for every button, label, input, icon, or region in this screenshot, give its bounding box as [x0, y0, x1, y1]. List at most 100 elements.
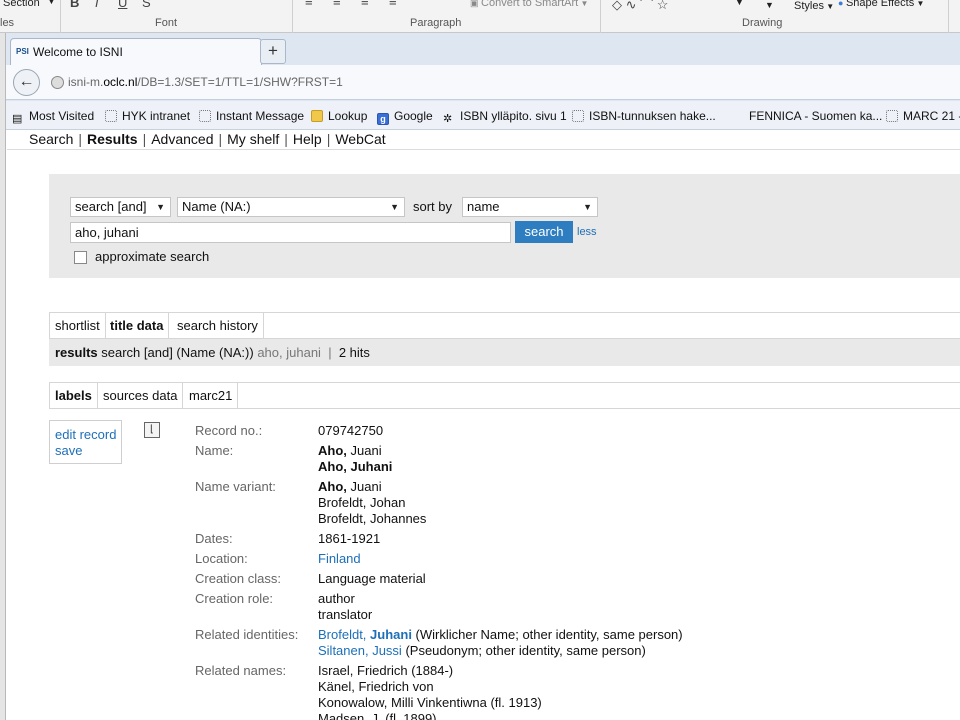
name-variant-value: Aho, Juani Brofeldt, Johan Brofeldt, Joh… — [318, 479, 427, 526]
new-tab-button[interactable]: + — [260, 39, 286, 64]
ribbon-group-paragraph: Paragraph — [410, 17, 462, 29]
tab-welcome-to-isni[interactable]: PSI Welcome to ISNI — [10, 38, 262, 65]
chevron-down-icon: ▼ — [583, 202, 592, 212]
tab-sources-data[interactable]: sources data — [98, 383, 184, 408]
tab-search-history[interactable]: search history — [172, 313, 264, 338]
search-input[interactable]: aho, juhani — [70, 222, 511, 243]
bookmark-instant-message[interactable]: Instant Message — [199, 109, 304, 123]
bookmark-isbn-yllapito[interactable]: ✲ ISBN ylläpito. sivu 1 — [443, 109, 567, 126]
shapes-gallery-icon[interactable]: ◇ ∿ ⌒ ☆ — [612, 0, 668, 13]
edit-record-link[interactable]: edit record — [55, 427, 116, 442]
section-menu[interactable]: Section — [3, 0, 40, 9]
operator-select[interactable]: search [and] ▼ — [70, 197, 171, 217]
field-label: Related names: — [195, 663, 287, 678]
nav-divider — [7, 149, 960, 150]
page-icon — [572, 110, 584, 122]
related-identities-value: Brofeldt, Juhani (Wirklicher Name; other… — [318, 627, 683, 658]
query-term: aho, juhani — [257, 345, 321, 360]
approximate-search-label: approximate search — [95, 249, 210, 264]
back-arrow-icon[interactable]: ← — [13, 69, 40, 96]
nav-separator: | — [142, 131, 147, 147]
ribbon-divider — [60, 0, 61, 33]
chevron-down-icon[interactable]: ▼ — [735, 0, 744, 7]
location-link[interactable]: Finland — [318, 551, 361, 566]
nav-separator: | — [78, 131, 82, 147]
nav-help[interactable]: Help — [293, 131, 322, 147]
ribbon-divider — [948, 0, 949, 33]
url-bar[interactable]: isni-m.oclc.nl/DB=1.3/SET=1/TTL=1/SHW?FR… — [68, 75, 343, 89]
strikethrough-icon[interactable]: S — [142, 0, 151, 10]
document-icon[interactable]: ⌊ — [144, 422, 160, 438]
top-navigation: Search | Results | Advanced | My shelf | Help | We… — [29, 131, 386, 147]
align-left-icon[interactable]: ≡ — [305, 0, 313, 9]
save-link[interactable]: save — [55, 443, 82, 458]
ribbon-left-fragment: les — [0, 17, 15, 29]
field-label: Creation role: — [195, 591, 274, 606]
nav-my-shelf[interactable]: My shelf — [227, 131, 279, 147]
tab-title-data[interactable]: title data — [105, 313, 170, 338]
field-label: Dates: — [195, 531, 233, 546]
field-label: Creation class: — [195, 571, 281, 586]
bookmark-fennica[interactable]: FENNICA - Suomen ka... — [749, 109, 882, 123]
approximate-search-checkbox[interactable] — [74, 251, 87, 264]
location-value: Finland — [318, 551, 361, 567]
results-separator: | — [328, 345, 332, 360]
hits-count: 2 hits — [338, 345, 370, 360]
nav-webcat[interactable]: WebCat — [335, 131, 385, 147]
navigation-bar: ← isni-m.oclc.nl/DB=1.3/SET=1/TTL=1/SHW?… — [6, 65, 960, 100]
related-identity-link[interactable]: Siltanen, Jussi — [318, 643, 402, 658]
page-icon — [199, 110, 211, 122]
align-center-icon[interactable]: ≡ — [333, 0, 341, 9]
field-label: Name: — [195, 443, 234, 458]
bookmark-most-visited[interactable]: ▤ Most Visited — [12, 109, 94, 126]
nav-separator: | — [218, 131, 223, 147]
nav-separator: | — [284, 131, 288, 147]
related-names-value: Israel, Friedrich (1884-) Känel, Friedri… — [318, 663, 542, 720]
nav-separator: | — [326, 131, 331, 147]
tab-shortlist[interactable]: shortlist — [50, 313, 106, 338]
bold-icon[interactable]: B — [70, 0, 79, 10]
align-right-icon[interactable]: ≡ — [361, 0, 369, 9]
psi-favicon-icon: PSI — [16, 47, 29, 56]
field-label: Name variant: — [195, 479, 276, 494]
nav-results[interactable]: Results — [87, 131, 138, 147]
less-link[interactable]: less — [577, 226, 597, 238]
dates-value: 1861-1921 — [318, 531, 381, 546]
bookmark-lookup[interactable]: Lookup — [311, 109, 367, 123]
nav-advanced[interactable]: Advanced — [151, 131, 213, 147]
underline-icon[interactable]: U — [118, 0, 127, 10]
chevron-down-icon: ▼ — [390, 202, 399, 212]
index-select[interactable]: Name (NA:) ▼ — [177, 197, 405, 217]
search-panel: search [and] ▼ Name (NA:) ▼ sort by name ▼ … — [49, 174, 960, 278]
settings-icon: ✲ — [443, 113, 453, 125]
sort-label: sort by — [413, 199, 453, 214]
bookmark-marc21[interactable]: MARC 21 - — [886, 109, 960, 123]
styles-button[interactable]: Styles ▼ — [794, 0, 834, 12]
page-icon — [886, 110, 898, 122]
record-number: 079742750 — [318, 423, 384, 438]
search-button[interactable]: search — [515, 221, 573, 243]
italic-icon[interactable]: I — [95, 0, 99, 10]
tab-marc21[interactable]: marc21 — [184, 383, 239, 408]
bookmark-hyk-intranet[interactable]: HYK intranet — [105, 109, 190, 123]
chevron-down-icon: ▼ — [47, 0, 56, 6]
edit-panel: edit record save — [49, 420, 122, 464]
result-tabs: shortlist title data search history — [49, 312, 960, 339]
related-identity-link[interactable]: Brofeldt, Juhani — [318, 627, 412, 642]
nav-search[interactable]: Search — [29, 131, 73, 147]
name-value: Aho, Juani Aho, Juhani — [318, 443, 393, 474]
shape-effects-button[interactable]: ● Shape Effects ▼ — [838, 0, 924, 9]
ribbon-divider — [292, 0, 293, 33]
globe-icon — [51, 76, 64, 89]
window-left-edge — [0, 33, 6, 720]
field-label: Related identities: — [195, 627, 299, 642]
sort-select[interactable]: name ▼ — [462, 197, 598, 217]
convert-smartart-button[interactable]: ▣ Convert to SmartArt ▼ — [470, 0, 588, 9]
chevron-down-icon[interactable]: ▼ — [765, 0, 774, 10]
tab-labels[interactable]: labels — [50, 383, 98, 408]
google-icon: g — [377, 113, 389, 125]
bookmark-google[interactable]: g Google — [377, 109, 433, 125]
office-ribbon: Section ▼ les B I U S Font ≡ ≡ ≡ ≡ ▣ Con… — [0, 0, 960, 33]
justify-icon[interactable]: ≡ — [389, 0, 397, 9]
bookmark-isbn-tunnuksen[interactable]: ISBN-tunnuksen hake... — [572, 109, 716, 123]
